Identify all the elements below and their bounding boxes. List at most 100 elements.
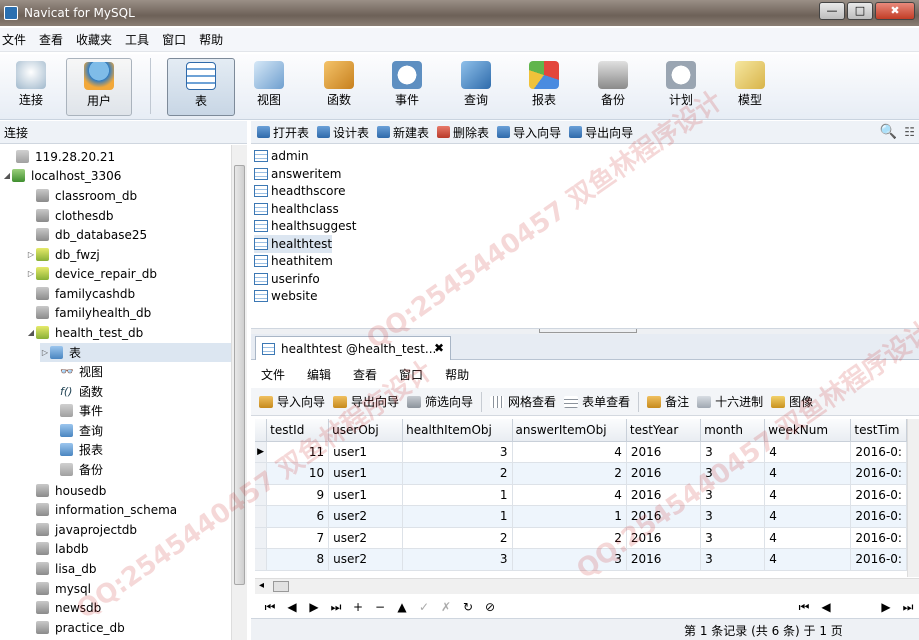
minimize-button[interactable]: — bbox=[819, 2, 845, 20]
tree-db[interactable]: practice_db bbox=[26, 618, 125, 637]
column-header[interactable]: weekNum bbox=[764, 419, 852, 442]
cell[interactable]: 2016-0: bbox=[850, 548, 907, 571]
cell[interactable]: 1 bbox=[402, 484, 513, 506]
tree-db[interactable]: familyhealth_db bbox=[26, 303, 151, 322]
cell[interactable]: 2016 bbox=[626, 462, 702, 485]
edit-record-icon[interactable]: ▲ bbox=[395, 600, 409, 614]
table-button[interactable]: 表 bbox=[167, 58, 235, 116]
open-table-button[interactable]: 打开表 bbox=[257, 124, 309, 141]
cell[interactable]: 2 bbox=[402, 527, 513, 549]
cell[interactable]: 2016 bbox=[626, 548, 702, 571]
cell[interactable]: 3 bbox=[700, 441, 766, 463]
cell[interactable]: 4 bbox=[512, 484, 627, 506]
cell[interactable]: 4 bbox=[764, 527, 852, 549]
tree-db[interactable]: mysql bbox=[26, 579, 91, 598]
tree-db[interactable]: db_database25 bbox=[26, 225, 147, 244]
grid-horizontal-scrollbar[interactable]: ◂ bbox=[255, 578, 919, 594]
cell[interactable]: 7 bbox=[266, 527, 330, 549]
cell[interactable]: 2016-0: bbox=[850, 441, 907, 463]
cell[interactable]: 2016-0: bbox=[850, 462, 907, 485]
cell[interactable]: user1 bbox=[328, 484, 404, 506]
stop-icon[interactable]: ⊘ bbox=[483, 600, 497, 614]
model-button[interactable]: 模型 bbox=[720, 58, 780, 116]
tree-db[interactable]: newsdb bbox=[26, 598, 101, 617]
cell[interactable]: user1 bbox=[328, 462, 404, 485]
tree-db[interactable]: javaprojectdb bbox=[26, 520, 137, 539]
cell[interactable]: 2016 bbox=[626, 505, 702, 528]
tree-events-node[interactable]: 事件 bbox=[50, 401, 103, 420]
menu-tools[interactable]: 工具 bbox=[123, 31, 160, 48]
cell[interactable]: 2016 bbox=[626, 484, 702, 506]
tree-queries-node[interactable]: 查询 bbox=[50, 421, 103, 440]
submenu-help[interactable]: 帮助 bbox=[445, 366, 469, 383]
table-item[interactable]: headthscore bbox=[254, 182, 346, 200]
table-row[interactable]: 8 user2 3 3 2016 3 4 2016-0: bbox=[255, 548, 907, 571]
cell[interactable]: 2016-0: bbox=[850, 527, 907, 549]
table-item[interactable]: userinfo bbox=[254, 270, 320, 288]
cell[interactable]: 2 bbox=[512, 462, 627, 485]
cell[interactable]: user1 bbox=[328, 441, 404, 463]
connect-button[interactable]: 连接 bbox=[1, 58, 61, 116]
tree-views-node[interactable]: 👓 视图 bbox=[50, 362, 103, 381]
cell[interactable]: user2 bbox=[328, 505, 404, 528]
menu-view[interactable]: 查看 bbox=[37, 31, 74, 48]
tree-db[interactable]: information_schema bbox=[26, 500, 177, 519]
table-row[interactable]: 9 user1 1 4 2016 3 4 2016-0: bbox=[255, 484, 907, 506]
cell[interactable]: 4 bbox=[764, 462, 852, 485]
cell[interactable]: 3 bbox=[700, 548, 766, 571]
cell[interactable]: 1 bbox=[512, 505, 627, 528]
details-view-icon[interactable]: ☷ bbox=[904, 125, 915, 139]
cell[interactable]: 3 bbox=[700, 527, 766, 549]
image-button[interactable]: 图像 bbox=[771, 393, 813, 410]
refresh-icon[interactable]: ↻ bbox=[461, 600, 475, 614]
cell[interactable]: 3 bbox=[512, 548, 627, 571]
tree-db[interactable]: ▷ device_repair_db bbox=[26, 264, 157, 283]
menu-window[interactable]: 窗口 bbox=[160, 31, 197, 48]
import-wizard-button[interactable]: 导入向导 bbox=[497, 124, 561, 141]
tab-healthtest[interactable]: healthtest @health_test... ✖ bbox=[255, 336, 451, 360]
cell[interactable]: 3 bbox=[700, 505, 766, 528]
event-button[interactable]: 事件 bbox=[377, 58, 437, 116]
cell[interactable]: user2 bbox=[328, 548, 404, 571]
tree-db[interactable]: classroom_db bbox=[26, 186, 137, 205]
cell[interactable]: 2016-0: bbox=[850, 505, 907, 528]
tab-close-icon[interactable]: ✖ bbox=[434, 341, 444, 355]
search-icon[interactable]: 🔍 bbox=[880, 124, 897, 140]
cell[interactable]: 2 bbox=[402, 462, 513, 485]
delete-table-button[interactable]: 删除表 bbox=[437, 124, 489, 141]
submenu-window[interactable]: 窗口 bbox=[399, 366, 423, 383]
column-header[interactable]: userObj bbox=[328, 419, 404, 442]
backup-button[interactable]: 备份 bbox=[583, 58, 643, 116]
close-button[interactable]: ✖ bbox=[875, 2, 915, 20]
cell[interactable]: 2016 bbox=[626, 441, 702, 463]
column-header[interactable]: healthItemObj bbox=[402, 419, 513, 442]
tree-scroll-thumb[interactable] bbox=[234, 165, 245, 585]
first-record-icon[interactable]: ⏮ bbox=[263, 600, 277, 615]
tree-server[interactable]: 119.28.20.21 bbox=[16, 147, 115, 166]
tree-localhost[interactable]: ◢ localhost_3306 bbox=[2, 166, 121, 185]
menu-favorites[interactable]: 收藏夹 bbox=[74, 31, 123, 48]
schedule-button[interactable]: 计划 bbox=[651, 58, 711, 116]
cell[interactable]: user2 bbox=[328, 527, 404, 549]
cell[interactable]: 9 bbox=[266, 484, 330, 506]
prev-record-icon[interactable]: ◀ bbox=[285, 600, 299, 614]
design-table-button[interactable]: 设计表 bbox=[317, 124, 369, 141]
export-wizard-button[interactable]: 导出向导 bbox=[569, 124, 633, 141]
cell[interactable]: 11 bbox=[266, 441, 330, 463]
memo-button[interactable]: 备注 bbox=[647, 393, 689, 410]
cell[interactable]: 2016-0: bbox=[850, 484, 907, 506]
table-item[interactable]: healthclass bbox=[254, 200, 339, 218]
filter-wizard-button[interactable]: 筛选向导 bbox=[407, 393, 473, 410]
grid-view-button[interactable]: 网格查看 bbox=[490, 393, 556, 410]
table-item[interactable]: heathitem bbox=[254, 252, 333, 270]
last-page-icon[interactable]: ⏭ bbox=[901, 600, 915, 615]
prev-page-icon[interactable]: ◀ bbox=[819, 600, 833, 615]
delete-record-icon[interactable]: − bbox=[373, 600, 387, 614]
cell[interactable]: 6 bbox=[266, 505, 330, 528]
cell[interactable]: 2 bbox=[512, 527, 627, 549]
tree-reports-node[interactable]: 报表 bbox=[50, 440, 103, 459]
cell[interactable]: 10 bbox=[266, 462, 330, 485]
last-record-icon[interactable]: ⏭ bbox=[329, 600, 343, 615]
user-button[interactable]: 用户 bbox=[66, 58, 132, 116]
form-view-button[interactable]: 表单查看 bbox=[564, 393, 630, 410]
